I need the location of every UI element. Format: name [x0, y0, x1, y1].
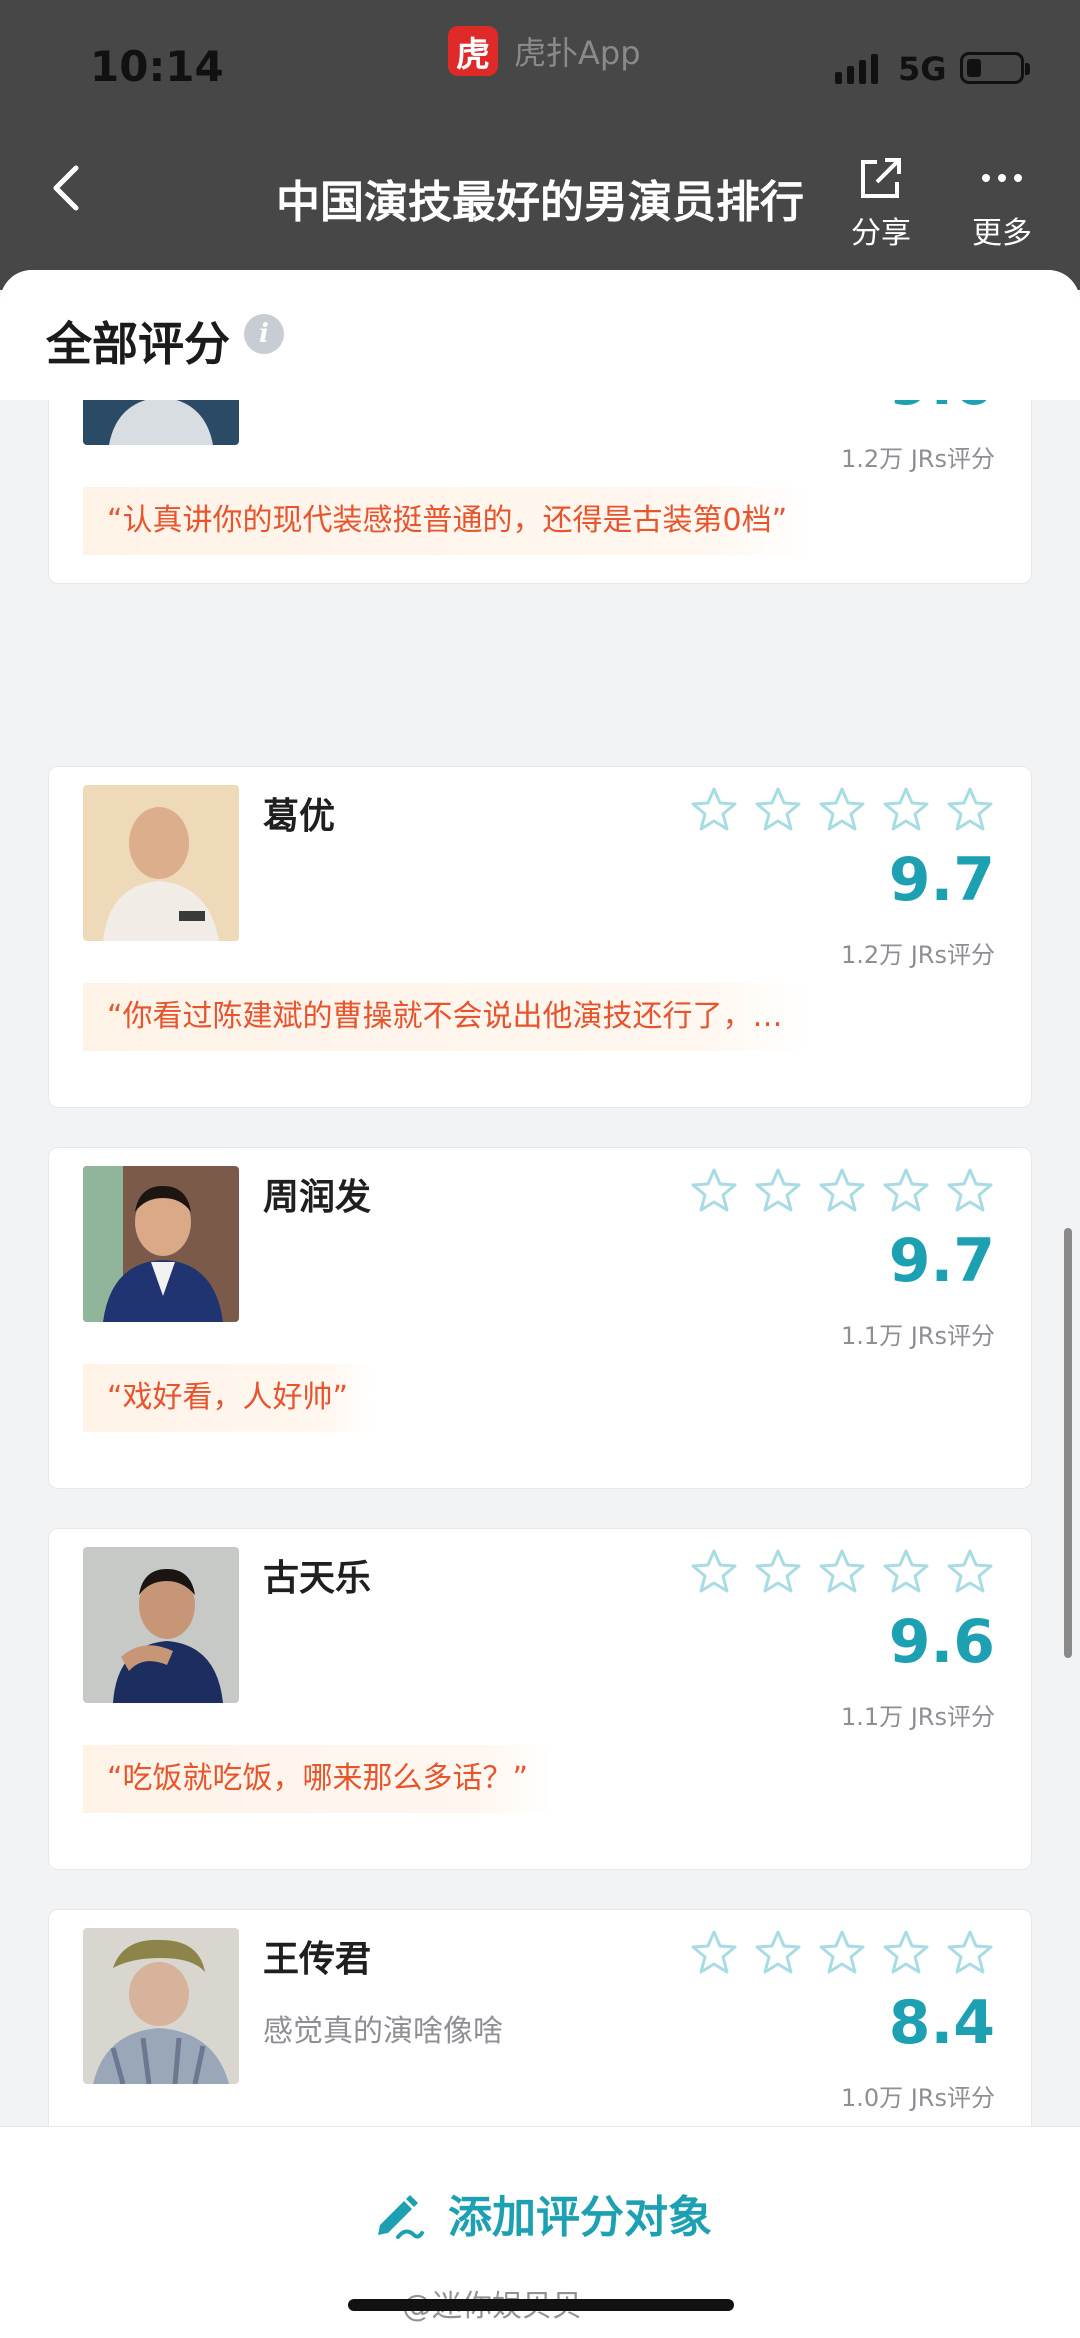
actor-photo — [83, 400, 239, 445]
star-outline-icon[interactable] — [753, 1928, 803, 1978]
average-score: 9.6 — [888, 1607, 995, 1677]
star-outline-icon[interactable] — [881, 1547, 931, 1597]
star-outline-icon[interactable] — [881, 1928, 931, 1978]
actor-subtitle: 感觉真的演啥像啥 — [263, 2014, 503, 2049]
signal-icon — [835, 52, 878, 84]
share-button[interactable]: 分享 — [836, 150, 926, 252]
star-outline-icon[interactable] — [753, 785, 803, 835]
rating-count: 1.2万 JRs评分 — [840, 445, 995, 473]
top-comment[interactable]: “吃饭就吃饭，哪来那么多话？” — [83, 1745, 553, 1813]
rating-card[interactable]: 周润发 9.7 1.1万 JRs评分 “戏好看，人好帅” — [48, 1147, 1032, 1489]
star-outline-icon[interactable] — [881, 1166, 931, 1216]
home-indicator[interactable] — [348, 2299, 734, 2311]
app-name: 虎扑App — [514, 34, 641, 72]
actor-name: 周润发 — [263, 1177, 372, 1218]
star-outline-icon[interactable] — [753, 1547, 803, 1597]
rating-count: 1.0万 JRs评分 — [840, 2084, 995, 2112]
star-outline-icon[interactable] — [689, 1928, 739, 1978]
actor-name: 王传君 — [263, 1939, 372, 1980]
share-icon — [861, 158, 901, 198]
edit-pen-icon — [378, 2195, 424, 2239]
actor-photo — [83, 1928, 239, 2084]
network-type: 5G — [898, 50, 947, 88]
star-outline-icon[interactable] — [689, 785, 739, 835]
actor-name: 葛优 — [263, 796, 336, 837]
star-outline-icon[interactable] — [881, 785, 931, 835]
actor-photo — [83, 785, 239, 941]
star-outline-icon[interactable] — [945, 1166, 995, 1216]
actor-photo — [83, 1547, 239, 1703]
star-outline-icon[interactable] — [945, 1547, 995, 1597]
rating-card[interactable]: 王传君 感觉真的演啥像啥 8.4 1.0万 JRs评分 — [48, 1909, 1032, 2126]
star-outline-icon[interactable] — [689, 1547, 739, 1597]
more-icon — [982, 174, 1022, 182]
scrollbar[interactable] — [1064, 1228, 1072, 1658]
section-header: 全部评分 i — [0, 270, 1080, 400]
rating-card[interactable]: 葛优 9.7 1.2万 JRs评分 “你看过陈建斌的曹操就不会说出他演技还行了，… — [48, 766, 1032, 1108]
share-label: 分享 — [851, 216, 911, 251]
nav-bar: 中国演技最好的男演员排行 分享 更多 — [0, 130, 1080, 270]
star-outline-icon[interactable] — [817, 1166, 867, 1216]
top-bar: 10:14 虎 虎扑App 5G 中国演技最好的男演员排行 分享 更多 — [0, 0, 1080, 290]
star-rating[interactable] — [689, 785, 995, 835]
star-rating[interactable] — [689, 1928, 995, 1978]
actor-photo — [83, 1166, 239, 1322]
status-bar: 10:14 虎 虎扑App 5G — [0, 0, 1080, 130]
more-label: 更多 — [972, 216, 1032, 251]
star-outline-icon[interactable] — [817, 1547, 867, 1597]
star-outline-icon[interactable] — [945, 1928, 995, 1978]
info-icon[interactable]: i — [244, 314, 284, 354]
battery-icon — [960, 52, 1030, 84]
add-rating-target-button[interactable]: 添加评分对象 — [370, 2181, 712, 2245]
star-outline-icon[interactable] — [817, 1928, 867, 1978]
bottom-bar: 添加评分对象 @迷你娱贝贝 — [0, 2126, 1080, 2338]
star-outline-icon[interactable] — [689, 1166, 739, 1216]
rating-count: 1.1万 JRs评分 — [840, 1703, 995, 1731]
top-comment[interactable]: “认真讲你的现代装感挺普通的，还得是古装第0档” — [83, 487, 812, 555]
hupu-logo-icon: 虎 — [448, 26, 498, 76]
status-time: 10:14 — [90, 42, 224, 91]
actor-name: 古天乐 — [263, 1558, 372, 1599]
star-outline-icon[interactable] — [945, 785, 995, 835]
star-outline-icon[interactable] — [753, 1166, 803, 1216]
star-outline-icon[interactable] — [817, 785, 867, 835]
add-rating-target-label: 添加评分对象 — [448, 2192, 712, 2243]
section-title: 全部评分 — [46, 317, 230, 371]
star-rating[interactable] — [689, 1547, 995, 1597]
rating-count: 1.2万 JRs评分 — [840, 941, 995, 969]
average-score: 8.4 — [888, 1988, 995, 2058]
rating-count: 1.1万 JRs评分 — [840, 1322, 995, 1350]
top-comment[interactable]: “你看过陈建斌的曹操就不会说出他演技还行了，… — [83, 983, 807, 1051]
more-button[interactable]: 更多 — [957, 150, 1047, 252]
app-brand: 虎 虎扑App — [448, 26, 641, 76]
rating-card[interactable]: 古天乐 9.6 1.1万 JRs评分 “吃饭就吃饭，哪来那么多话？” — [48, 1528, 1032, 1870]
average-score: 9.0 — [889, 400, 995, 419]
top-comment[interactable]: “戏好看，人好帅” — [83, 1364, 373, 1432]
average-score: 9.7 — [888, 1226, 995, 1296]
average-score: 9.7 — [888, 845, 995, 915]
rating-card[interactable]: 胡歌 9.0 1.2万 JRs评分 “认真讲你的现代装感挺普通的，还得是古装第0… — [48, 400, 1032, 584]
star-rating[interactable] — [689, 1166, 995, 1216]
